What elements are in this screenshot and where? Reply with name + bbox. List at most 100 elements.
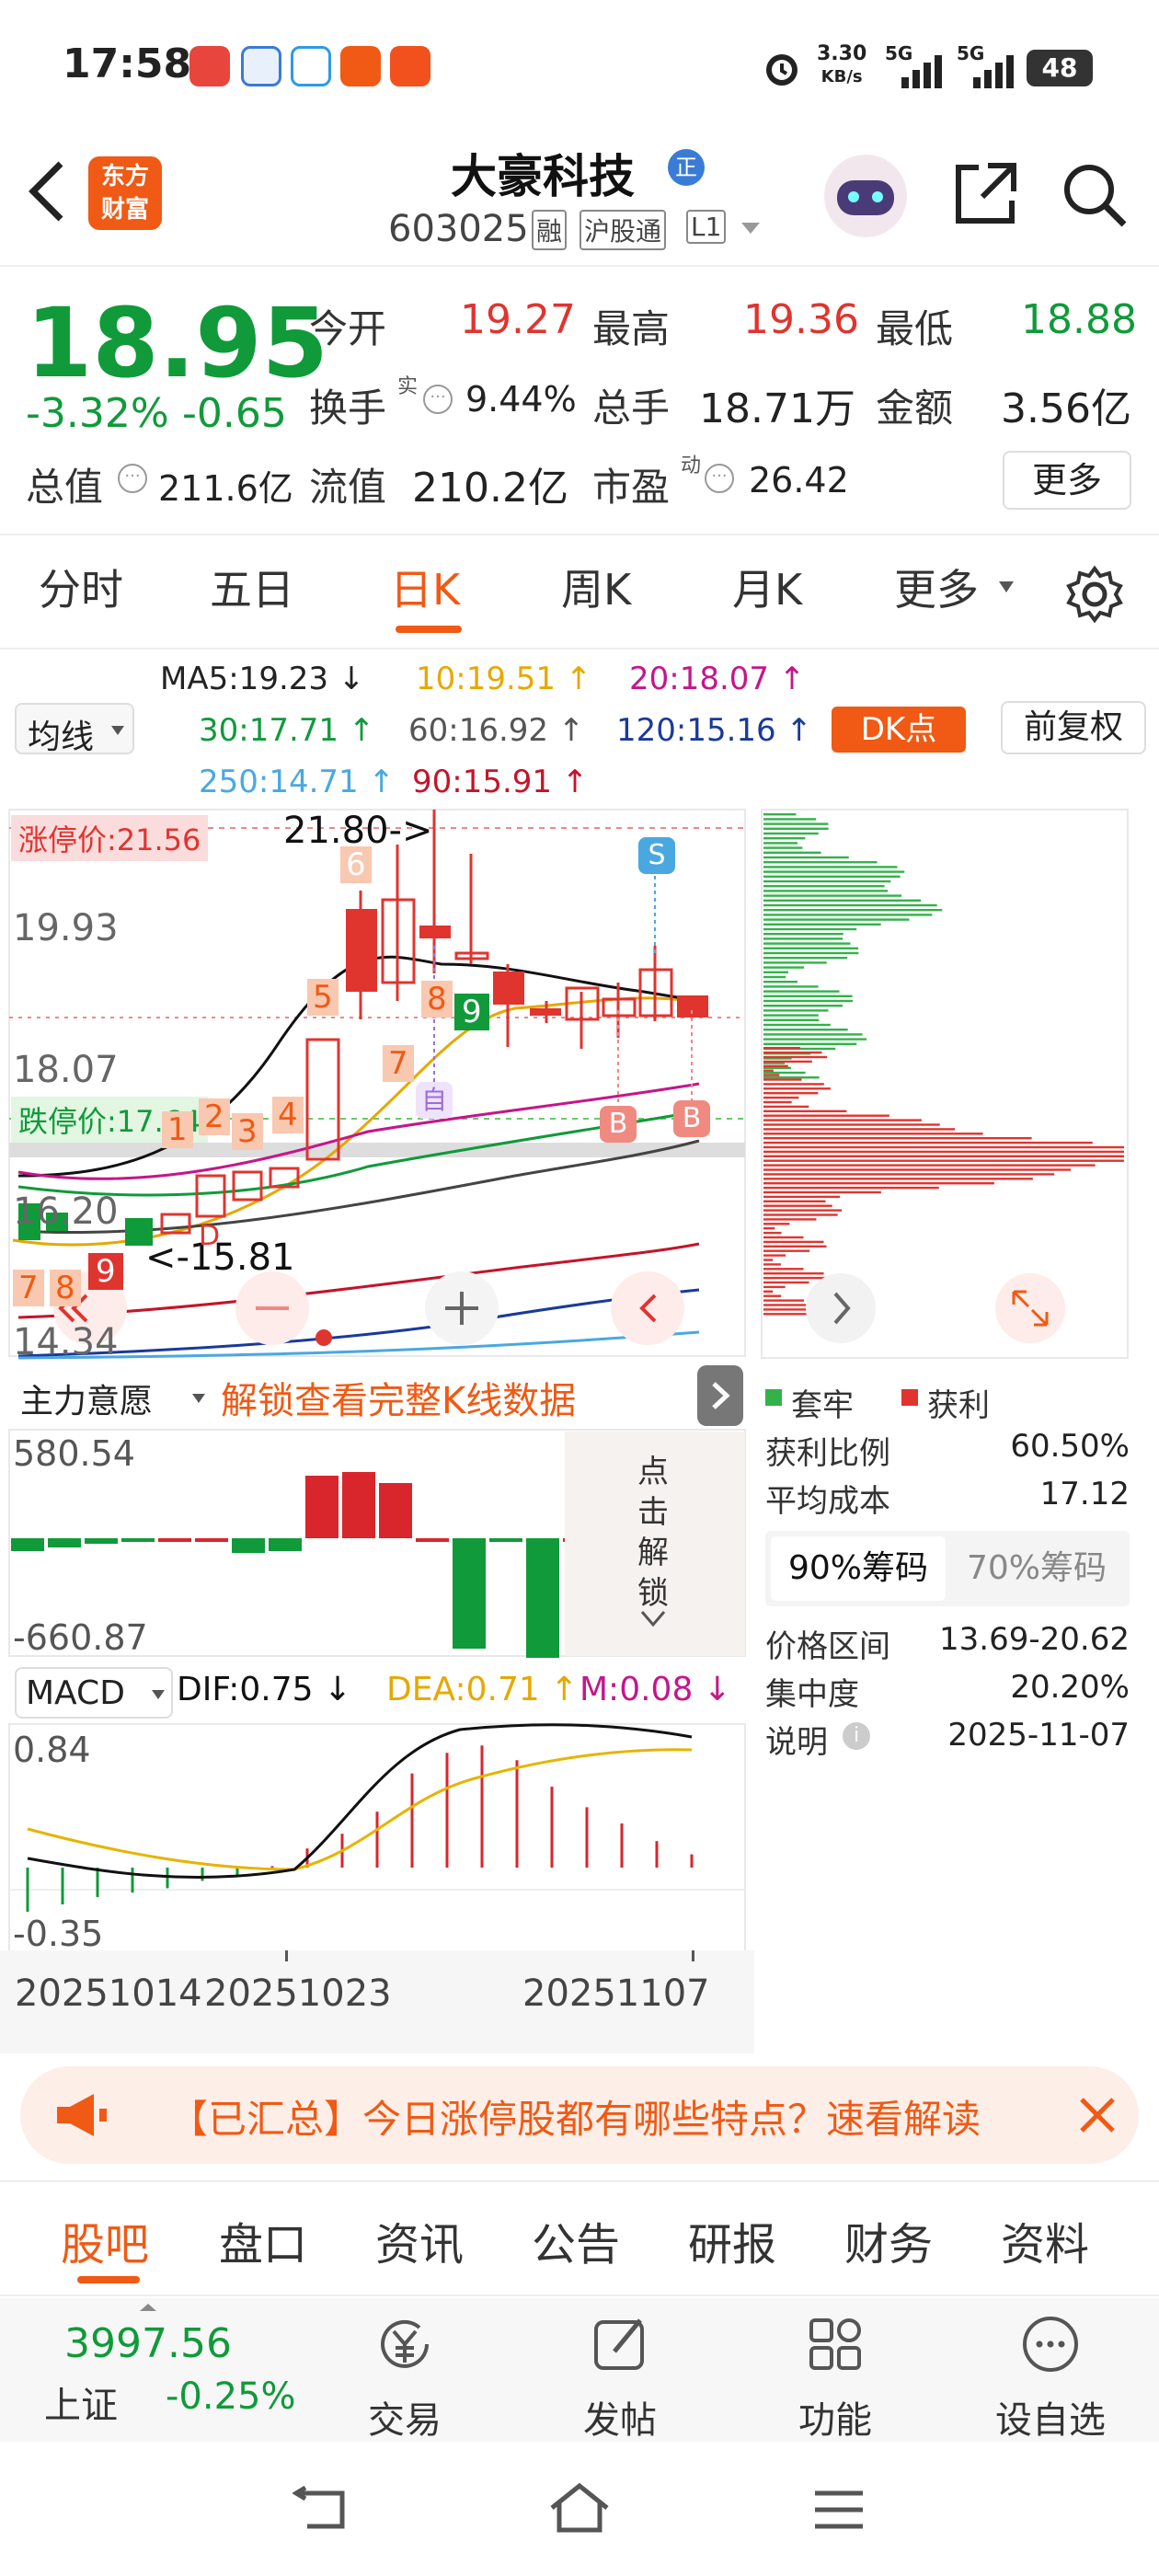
nav-add-watchlist[interactable]: 设自选 bbox=[977, 2311, 1124, 2444]
signal-count: 4 bbox=[272, 1097, 304, 1133]
tab-guba[interactable]: 股吧 bbox=[61, 2208, 149, 2272]
tab-chip-90[interactable]: 90%筹码 bbox=[771, 1536, 946, 1601]
tab-finance[interactable]: 财务 bbox=[844, 2208, 933, 2272]
back-icon[interactable] bbox=[24, 158, 68, 224]
nav-functions[interactable]: 功能 bbox=[780, 2311, 890, 2444]
news-banner[interactable]: 【已汇总】今日涨停股都有哪些特点？速看解读 bbox=[20, 2066, 1139, 2164]
logo-text: 财富 bbox=[100, 196, 149, 224]
signal-icon bbox=[973, 55, 1014, 88]
chip-bar bbox=[763, 1249, 810, 1252]
chip-bar bbox=[763, 1272, 824, 1275]
limit-up-label: 涨停价:21.56 bbox=[11, 815, 209, 861]
chip-bar bbox=[763, 1227, 775, 1230]
tag-level[interactable]: L1 bbox=[686, 210, 727, 244]
legend-trapped: 套牢 bbox=[791, 1387, 854, 1424]
settings-gear-icon[interactable] bbox=[1065, 565, 1124, 624]
ma5-value: MA5:19.23 ↓ bbox=[160, 661, 365, 697]
tab-pankou[interactable]: 盘口 bbox=[219, 2208, 307, 2272]
signal-count: 9 bbox=[88, 1253, 123, 1290]
menu-icon[interactable] bbox=[809, 2486, 868, 2534]
tab-chip-70[interactable]: 70%筹码 bbox=[949, 1536, 1124, 1601]
y-tick-label: 16.20 bbox=[13, 1190, 119, 1233]
tab-research[interactable]: 研报 bbox=[688, 2208, 776, 2272]
status-time: 17:58 bbox=[63, 40, 192, 87]
tab-daily-k[interactable]: 日K bbox=[390, 557, 460, 617]
y-tick-label: 19.93 bbox=[13, 907, 119, 949]
unlock-link[interactable]: 解锁查看完整K线数据 bbox=[221, 1371, 576, 1424]
share-icon[interactable] bbox=[951, 158, 1021, 228]
chip-bar bbox=[763, 1100, 792, 1104]
buy-tag[interactable]: B bbox=[673, 1100, 710, 1137]
nav-trade[interactable]: 交易 bbox=[350, 2311, 460, 2444]
indicator-select-capital[interactable]: 主力意愿 bbox=[15, 1367, 212, 1424]
tab-five-day[interactable]: 五日 bbox=[210, 557, 294, 617]
chip-bar bbox=[763, 1294, 782, 1297]
ma-select-label: 均线 bbox=[28, 719, 95, 756]
close-icon[interactable] bbox=[1078, 2096, 1117, 2134]
more-dots-icon[interactable]: ··· bbox=[423, 385, 453, 414]
chip-bar bbox=[763, 961, 827, 964]
signal-count: 8 bbox=[421, 981, 453, 1018]
indicator-select-macd[interactable]: MACD bbox=[15, 1667, 173, 1719]
dk-point-button[interactable]: DK点 bbox=[832, 707, 966, 753]
home-icon[interactable] bbox=[546, 2480, 613, 2536]
tab-weekly-k[interactable]: 周K bbox=[561, 557, 631, 617]
chip-bar bbox=[763, 1259, 774, 1261]
chip-bar bbox=[763, 1240, 824, 1244]
capital-bar bbox=[342, 1472, 375, 1538]
net-unit: KB/s bbox=[820, 67, 863, 86]
more-dots-icon[interactable]: ··· bbox=[118, 464, 147, 493]
tab-announcements[interactable]: 公告 bbox=[532, 2208, 620, 2272]
tap-to-unlock[interactable]: 点击解锁 bbox=[635, 1452, 671, 1614]
app-notification-icon bbox=[189, 46, 230, 86]
battery-icon: 48 bbox=[1027, 50, 1093, 86]
chevron-down-icon[interactable] bbox=[640, 1610, 666, 1628]
ma10-value: 10:19.51 ↑ bbox=[416, 661, 592, 697]
chip-bar bbox=[763, 957, 848, 960]
info-icon[interactable]: i bbox=[843, 1722, 870, 1750]
high-label: 最高 bbox=[592, 306, 671, 351]
assistant-robot-icon[interactable] bbox=[824, 155, 907, 237]
capital-bar bbox=[416, 1538, 449, 1542]
chip-bar bbox=[763, 995, 853, 997]
stat-value: 60.50% bbox=[1010, 1428, 1130, 1465]
back-gesture-icon[interactable] bbox=[293, 2486, 351, 2536]
search-icon[interactable] bbox=[1060, 160, 1130, 230]
chip-bar bbox=[763, 1119, 922, 1121]
capital-bar bbox=[526, 1538, 559, 1658]
index-name: 上证 bbox=[44, 2385, 118, 2427]
macd-top: 0.84 bbox=[13, 1730, 91, 1770]
system-nav-bar bbox=[0, 2442, 1159, 2576]
buy-tag[interactable]: B bbox=[600, 1106, 637, 1143]
chip-bar bbox=[763, 842, 798, 845]
tab-intraday[interactable]: 分时 bbox=[39, 557, 123, 617]
low-note: <-15.81 bbox=[145, 1236, 295, 1279]
chip-bar bbox=[763, 846, 803, 849]
signal-count: 6 bbox=[340, 846, 372, 883]
chevron-down-icon[interactable] bbox=[997, 580, 1016, 594]
self-tag[interactable]: 自 bbox=[416, 1082, 453, 1119]
chip-bar bbox=[763, 1005, 843, 1007]
volume-value: 18.71万 bbox=[699, 385, 855, 432]
chip-bar bbox=[763, 1145, 1124, 1149]
tab-news[interactable]: 资讯 bbox=[375, 2208, 464, 2272]
chip-bar bbox=[763, 1105, 809, 1109]
nav-post[interactable]: 发帖 bbox=[565, 2311, 675, 2444]
ma-select[interactable]: 均线 bbox=[15, 703, 134, 756]
tab-monthly-k[interactable]: 月K bbox=[732, 557, 802, 617]
more-dots-icon[interactable]: ··· bbox=[705, 464, 734, 493]
adjust-select[interactable]: 前复权 bbox=[1001, 701, 1146, 754]
index-value[interactable]: 3997.56 bbox=[64, 2320, 232, 2367]
tab-more[interactable]: 更多 bbox=[894, 557, 979, 617]
chevron-down-icon[interactable] bbox=[740, 219, 762, 237]
tab-profile[interactable]: 资料 bbox=[1001, 2208, 1089, 2272]
nav-label: 交易 bbox=[368, 2399, 442, 2442]
more-button[interactable]: 更多 bbox=[1003, 451, 1131, 510]
chip-bar bbox=[763, 1018, 820, 1021]
chip-bar bbox=[763, 1033, 863, 1036]
chip-bar bbox=[763, 1182, 994, 1185]
capital-max: 580.54 bbox=[13, 1433, 135, 1474]
collapse-button[interactable] bbox=[697, 1365, 743, 1426]
sell-tag[interactable]: S bbox=[638, 837, 675, 874]
stat-label: 价格区间 bbox=[765, 1628, 890, 1665]
